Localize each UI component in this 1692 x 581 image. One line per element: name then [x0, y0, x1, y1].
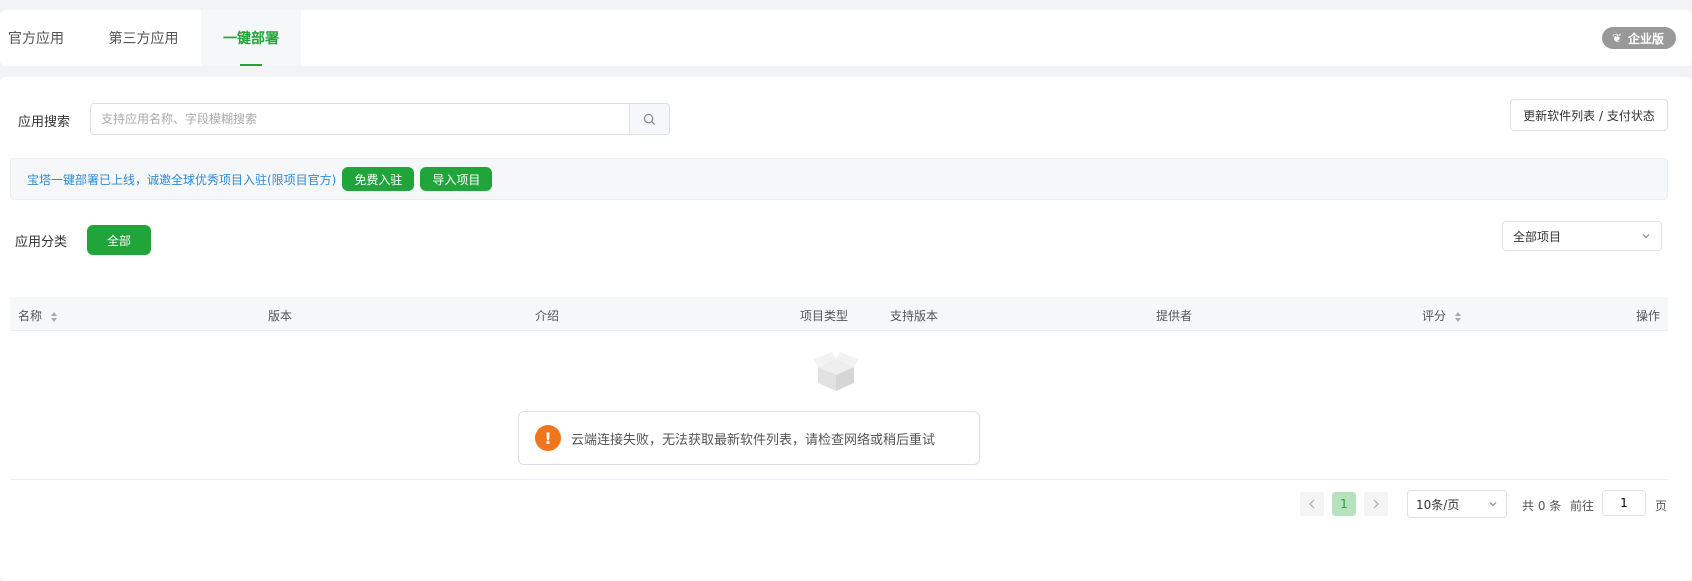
- search-icon: [643, 113, 656, 125]
- table-header: 名称 版本 介绍 项目类型 支持版本 提供者 评分 操作: [10, 297, 1668, 331]
- search-input[interactable]: [91, 104, 629, 134]
- prev-page-button[interactable]: [1300, 492, 1324, 516]
- chevron-down-icon: [1489, 502, 1497, 507]
- column-rating-label: 评分: [1422, 309, 1447, 323]
- column-supported-version: 支持版本: [890, 309, 939, 323]
- chevron-left-icon: [1309, 499, 1315, 509]
- tab-one-click-deploy[interactable]: 一键部署: [201, 10, 301, 66]
- search-button[interactable]: [629, 104, 669, 134]
- import-project-button[interactable]: 导入项目: [420, 167, 493, 191]
- next-page-button[interactable]: [1364, 492, 1388, 516]
- tab-official-apps[interactable]: 官方应用: [0, 10, 86, 66]
- column-provider: 提供者: [1156, 309, 1193, 323]
- empty-box-icon: [814, 352, 858, 391]
- goto-label: 前往: [1570, 499, 1595, 513]
- divider: [10, 479, 1668, 480]
- project-filter-value: 全部项目: [1513, 229, 1562, 244]
- sort-icon[interactable]: [1454, 311, 1462, 323]
- category-label: 应用分类: [15, 235, 68, 250]
- chevron-down-icon: [1642, 234, 1650, 239]
- search-box: [90, 103, 670, 135]
- column-project-type: 项目类型: [800, 309, 849, 323]
- total-count: 共 0 条: [1522, 499, 1562, 513]
- column-version: 版本: [268, 309, 293, 323]
- update-software-list-button[interactable]: 更新软件列表 / 支付状态: [1510, 99, 1668, 131]
- goto-page-input[interactable]: [1602, 490, 1646, 516]
- search-label: 应用搜索: [18, 115, 71, 130]
- page-size-value: 10条/页: [1416, 497, 1460, 512]
- connection-error-message: ! 云端连接失败，无法获取最新软件列表，请检查网络或稍后重试: [518, 411, 980, 465]
- leaf-icon: ❦: [1611, 31, 1623, 45]
- column-rating[interactable]: 评分: [1422, 307, 1462, 324]
- warning-icon: !: [535, 425, 561, 451]
- enterprise-badge[interactable]: ❦ 企业版: [1601, 27, 1676, 49]
- page-suffix: 页: [1655, 499, 1668, 513]
- chevron-right-icon: [1373, 499, 1379, 509]
- column-name[interactable]: 名称: [18, 307, 58, 324]
- page-size-select[interactable]: 10条/页: [1407, 490, 1507, 518]
- error-text: 云端连接失败，无法获取最新软件列表，请检查网络或稍后重试: [571, 432, 936, 448]
- notice-text: 宝塔一键部署已上线，诚邀全球优秀项目入驻(限项目官方): [27, 172, 337, 187]
- page-number-current[interactable]: 1: [1332, 492, 1356, 516]
- free-join-button[interactable]: 免费入驻: [342, 167, 415, 191]
- main-panel: 应用搜索 更新软件列表 / 支付状态 宝塔一键部署已上线，诚邀全球优秀项目入驻(…: [0, 77, 1692, 581]
- column-description: 介绍: [535, 309, 560, 323]
- tab-third-party-apps[interactable]: 第三方应用: [86, 10, 201, 66]
- top-tab-bar: 官方应用 第三方应用 一键部署 ❦ 企业版: [0, 10, 1692, 66]
- project-filter-select[interactable]: 全部项目: [1502, 221, 1662, 251]
- notice-banner: 宝塔一键部署已上线，诚邀全球优秀项目入驻(限项目官方) 免费入驻 导入项目: [10, 158, 1668, 200]
- column-name-label: 名称: [18, 309, 43, 323]
- column-actions: 操作: [1636, 309, 1661, 323]
- enterprise-badge-label: 企业版: [1627, 31, 1664, 46]
- sort-icon[interactable]: [50, 311, 58, 323]
- category-all-button[interactable]: 全部: [87, 225, 151, 255]
